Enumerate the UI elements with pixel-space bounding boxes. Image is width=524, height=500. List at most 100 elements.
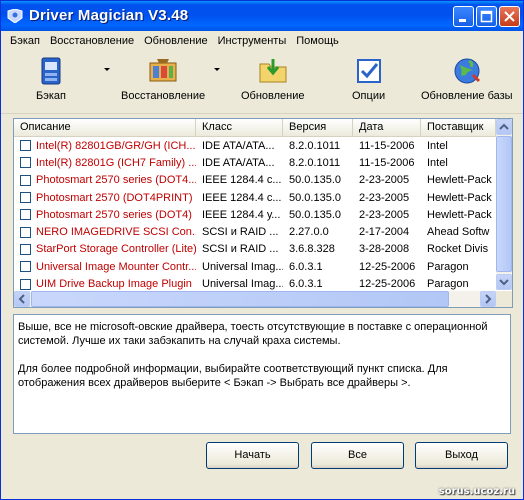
table-row[interactable]: NERO IMAGEDRIVE SCSI Con... SCSI и RAID .…: [14, 223, 496, 240]
column-header-version[interactable]: Версия: [283, 119, 353, 136]
arrow-left-icon: [18, 294, 25, 304]
table-row[interactable]: Intel(R) 82801GB/GR/GH (ICH... IDE ATA/AT…: [14, 137, 496, 154]
driver-checkbox[interactable]: [20, 157, 31, 169]
driver-description-text: Photosmart 2570 series (DOT4): [36, 208, 192, 221]
close-icon: [504, 11, 515, 22]
driver-class-cell: IDE ATA/ATA...: [202, 156, 275, 169]
horizontal-scroll-thumb[interactable]: [31, 291, 449, 307]
driver-class-cell: Universal Imag...: [202, 260, 283, 273]
driver-vendor-cell: Paragon: [427, 278, 469, 291]
driver-description-text: Photosmart 2570 (DOT4PRINT): [36, 191, 193, 204]
driver-vendor-cell: Intel: [427, 156, 448, 169]
table-row[interactable]: Photosmart 2570 series (DOT4) IEEE 1284.4…: [14, 206, 496, 223]
driver-checkbox[interactable]: [20, 140, 31, 152]
driver-version-cell: 3.6.8.328: [289, 243, 335, 256]
menu-tools[interactable]: Инструменты: [213, 31, 292, 51]
driver-description-text: Intel(R) 82801GB/GR/GH (ICH...: [36, 139, 196, 152]
driver-description-cell: StarPort Storage Controller (Lite): [14, 243, 196, 255]
description-panel: Выше, все не microsoft-овские драйвера, …: [13, 314, 511, 434]
arrow-down-icon: [499, 279, 509, 286]
driver-version-cell: 8.2.0.1011: [289, 139, 341, 152]
driver-date-cell: 2-23-2005: [359, 208, 410, 221]
minimize-icon: [459, 19, 466, 22]
backup-icon: [41, 57, 61, 85]
column-header-class[interactable]: Класс: [196, 119, 283, 136]
driver-checkbox[interactable]: [20, 209, 31, 221]
update-folder-icon: [259, 59, 287, 83]
table-row[interactable]: Universal Image Mounter Contr... Universa…: [14, 258, 496, 275]
scroll-down-button[interactable]: [496, 274, 512, 290]
table-row[interactable]: Intel(R) 82801G (ICH7 Family) ... IDE ATA…: [14, 154, 496, 171]
driver-checkbox[interactable]: [20, 278, 31, 290]
driver-description-cell: Photosmart 2570 series (DOT4): [14, 209, 196, 221]
driver-description-cell: UIM Drive Backup Image Plugin: [14, 278, 196, 290]
app-logo-icon: [7, 9, 23, 23]
driver-vendor-cell: Hewlett-Pack: [427, 174, 492, 187]
driver-checkbox[interactable]: [20, 192, 31, 204]
column-header-vendor[interactable]: Поставщик: [421, 119, 496, 136]
close-button[interactable]: [499, 6, 520, 27]
driver-description-text: Universal Image Mounter Contr...: [36, 260, 196, 273]
driver-class-cell: IEEE 1284.4 с...: [202, 174, 282, 187]
vertical-scroll-thumb[interactable]: [496, 136, 512, 272]
driver-description-cell: Intel(R) 82801GB/GR/GH (ICH...: [14, 140, 196, 152]
driver-class-cell: SCSI и RAID ...: [202, 243, 279, 256]
select-all-button[interactable]: Все: [311, 442, 404, 469]
window-title: Driver Magician V3.48: [29, 7, 189, 24]
minimize-button[interactable]: [453, 6, 474, 27]
vertical-scrollbar[interactable]: [496, 119, 512, 290]
globe-icon: [454, 58, 480, 84]
menu-help[interactable]: Помощь: [291, 31, 344, 51]
options-label: Опции: [352, 90, 386, 102]
update-database-tool-button[interactable]: Обновление базы: [421, 55, 513, 102]
toolbar: Бэкап Восстановление Обновление Опции Об…: [1, 51, 523, 114]
driver-vendor-cell: Paragon: [427, 260, 469, 273]
driver-description-cell: NERO IMAGEDRIVE SCSI Con...: [14, 226, 196, 238]
update-tool-button[interactable]: Обновление: [241, 55, 305, 102]
driver-vendor-cell: Intel: [427, 139, 448, 152]
column-header-date[interactable]: Дата: [353, 119, 421, 136]
title-bar[interactable]: Driver Magician V3.48: [1, 1, 523, 31]
driver-description-cell: Universal Image Mounter Contr...: [14, 261, 196, 273]
scroll-up-button[interactable]: [496, 119, 512, 135]
app-window: Driver Magician V3.48 Бэкап Восстановлен…: [0, 0, 524, 500]
description-paragraph-2: Для более подробной информации, выбирайт…: [18, 363, 448, 389]
backup-tool-button[interactable]: Бэкап: [35, 55, 67, 102]
driver-date-cell: 2-17-2004: [359, 226, 410, 239]
restore-tool-button[interactable]: Восстановление: [121, 55, 205, 102]
menu-restore[interactable]: Восстановление: [45, 31, 139, 51]
driver-checkbox[interactable]: [20, 174, 31, 186]
driver-checkbox[interactable]: [20, 226, 31, 238]
driver-checkbox[interactable]: [20, 243, 31, 255]
column-header-description[interactable]: Описание: [14, 119, 196, 136]
options-tool-button[interactable]: Опции: [352, 55, 385, 102]
exit-button[interactable]: Выход: [415, 442, 508, 469]
restore-icon: [149, 59, 177, 82]
update-database-label: Обновление базы: [421, 90, 513, 102]
driver-vendor-cell: Ahead Softw: [427, 226, 490, 239]
driver-version-cell: 50.0.135.0: [289, 174, 341, 187]
driver-description-text: UIM Drive Backup Image Plugin: [36, 278, 192, 291]
restore-dropdown-arrow[interactable]: [214, 68, 220, 71]
table-row[interactable]: Photosmart 2570 (DOT4PRINT) IEEE 1284.4 с…: [14, 189, 496, 206]
driver-list[interactable]: Описание Класс Версия Дата Поставщик Int…: [13, 118, 513, 308]
driver-version-cell: 50.0.135.0: [289, 191, 341, 204]
start-button[interactable]: Начать: [206, 442, 299, 469]
table-row[interactable]: StarPort Storage Controller (Lite) SCSI и…: [14, 241, 496, 258]
menu-backup[interactable]: Бэкап: [5, 31, 45, 51]
driver-description-text: Photosmart 2570 series (DOT4...: [36, 174, 196, 187]
driver-checkbox[interactable]: [20, 261, 31, 273]
backup-dropdown-arrow[interactable]: [104, 68, 110, 71]
driver-class-cell: IDE ATA/ATA...: [202, 139, 275, 152]
menu-update[interactable]: Обновление: [139, 31, 213, 51]
driver-description-text: NERO IMAGEDRIVE SCSI Con...: [36, 226, 196, 239]
driver-date-cell: 12-25-2006: [359, 278, 416, 291]
scroll-right-button[interactable]: [480, 291, 496, 307]
table-row[interactable]: Photosmart 2570 series (DOT4... IEEE 1284…: [14, 172, 496, 189]
driver-date-cell: 2-23-2005: [359, 174, 410, 187]
driver-version-cell: 2.27.0.0: [289, 226, 329, 239]
horizontal-scrollbar[interactable]: [14, 291, 496, 307]
scroll-left-button[interactable]: [14, 291, 30, 307]
maximize-button[interactable]: [476, 6, 497, 27]
arrow-up-icon: [499, 123, 509, 130]
